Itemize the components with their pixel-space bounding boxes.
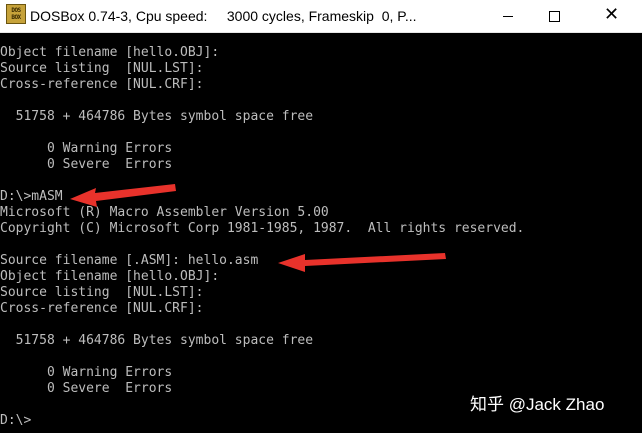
arrow-mASM [70, 184, 176, 207]
annotation-arrows [70, 184, 446, 272]
zhihu-watermark: 知乎 @Jack Zhao [470, 395, 605, 414]
arrow-source-filename [278, 253, 446, 272]
dosbox-window: DOS BOX DOSBox 0.74-3, Cpu speed: 3000 c… [0, 0, 642, 433]
